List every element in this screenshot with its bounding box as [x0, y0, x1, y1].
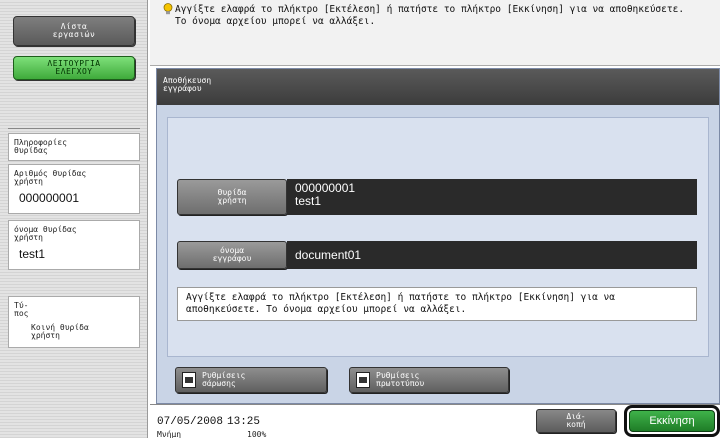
- memory-value: 100%: [247, 430, 267, 438]
- message-text: Αγγίξτε ελαφρά το πλήκτρο [Εκτέλεση] ή π…: [175, 4, 685, 27]
- document-name-button-label: όνομα εγγράφου: [212, 246, 252, 263]
- start-label: Εκκίνηση: [629, 410, 715, 432]
- original-settings-label: Ρυθμίσεις πρωτοτύπου: [376, 371, 425, 388]
- user-box-name: test1: [295, 194, 322, 208]
- box-info-header: Πληροφορίες θυρίδας: [14, 138, 67, 155]
- box-name-label: όνομα θυρίδας χρήστη: [14, 225, 77, 242]
- sidebar: Λίστα εργασιών ΛΕΙΤΟΥΡΓΙΑ ΕΛΕΓΧΟΥ Πληροφ…: [0, 0, 148, 438]
- job-list-button[interactable]: Λίστα εργασιών: [13, 16, 135, 46]
- scan-settings-icon: [182, 372, 196, 388]
- interrupt-button[interactable]: Διά- κοπή: [536, 409, 616, 433]
- user-box-value: 000000001 test1: [287, 179, 697, 215]
- box-number-card: Αριθμός θυρίδας χρήστη 000000001: [8, 164, 140, 214]
- box-type-value: Κοινή θυρίδα χρήστη: [31, 323, 89, 340]
- utility-label: ΛΕΙΤΟΥΡΓΙΑ ΕΛΕΓΧΟΥ: [47, 59, 101, 76]
- user-box-row: Θυρίδα χρήστη 000000001 test1: [177, 179, 697, 215]
- original-settings-button[interactable]: Ρυθμίσεις πρωτοτύπου: [349, 367, 509, 393]
- utility-button[interactable]: ΛΕΙΤΟΥΡΓΙΑ ΕΛΕΓΧΟΥ: [13, 56, 135, 80]
- box-name-card: όνομα θυρίδας χρήστη test1: [8, 220, 140, 270]
- status-time: 13:25: [227, 416, 261, 428]
- message-area: Αγγίξτε ελαφρά το πλήκτρο [Εκτέλεση] ή π…: [150, 0, 720, 66]
- original-settings-icon: [356, 372, 370, 388]
- user-box-button-label: Θυρίδα χρήστη: [217, 188, 247, 205]
- box-number-value: 000000001: [19, 191, 80, 205]
- job-list-label: Λίστα εργασιών: [52, 22, 96, 39]
- box-type-label: Τύ- πος: [14, 301, 29, 318]
- instruction-text: Αγγίξτε ελαφρά το πλήκτρο [Εκτέλεση] ή π…: [177, 287, 697, 321]
- document-name-button[interactable]: όνομα εγγράφου: [177, 241, 287, 269]
- sidebar-divider: [8, 128, 140, 129]
- user-box-number: 000000001: [295, 181, 356, 195]
- user-box-button[interactable]: Θυρίδα χρήστη: [177, 179, 287, 215]
- box-type-card: Τύ- πος Κοινή θυρίδα χρήστη: [8, 296, 140, 348]
- box-info-header-card: Πληροφορίες θυρίδας: [8, 133, 140, 161]
- start-button[interactable]: Εκκίνηση: [624, 405, 720, 437]
- save-document-panel: Αποθήκευση εγγράφου Θυρίδα χρήστη 000000…: [156, 68, 720, 404]
- scan-settings-label: Ρυθμίσεις σάρωσης: [202, 371, 246, 388]
- document-name-value: document01: [287, 241, 697, 269]
- status-bar: 07/05/2008 13:25 Μνήμη 100% Διά- κοπή Εκ…: [150, 404, 720, 438]
- status-date: 07/05/2008: [157, 416, 224, 428]
- panel-inner: [167, 117, 709, 357]
- scan-settings-button[interactable]: Ρυθμίσεις σάρωσης: [175, 367, 327, 393]
- memory-label: Μνήμη: [157, 430, 182, 438]
- interrupt-label: Διά- κοπή: [566, 412, 586, 429]
- panel-title: Αποθήκευση εγγράφου: [157, 69, 719, 105]
- document-name-row: όνομα εγγράφου document01: [177, 241, 697, 269]
- lightbulb-icon: [163, 3, 173, 15]
- box-name-value: test1: [19, 247, 46, 261]
- box-number-label: Αριθμός θυρίδας χρήστη: [14, 169, 87, 186]
